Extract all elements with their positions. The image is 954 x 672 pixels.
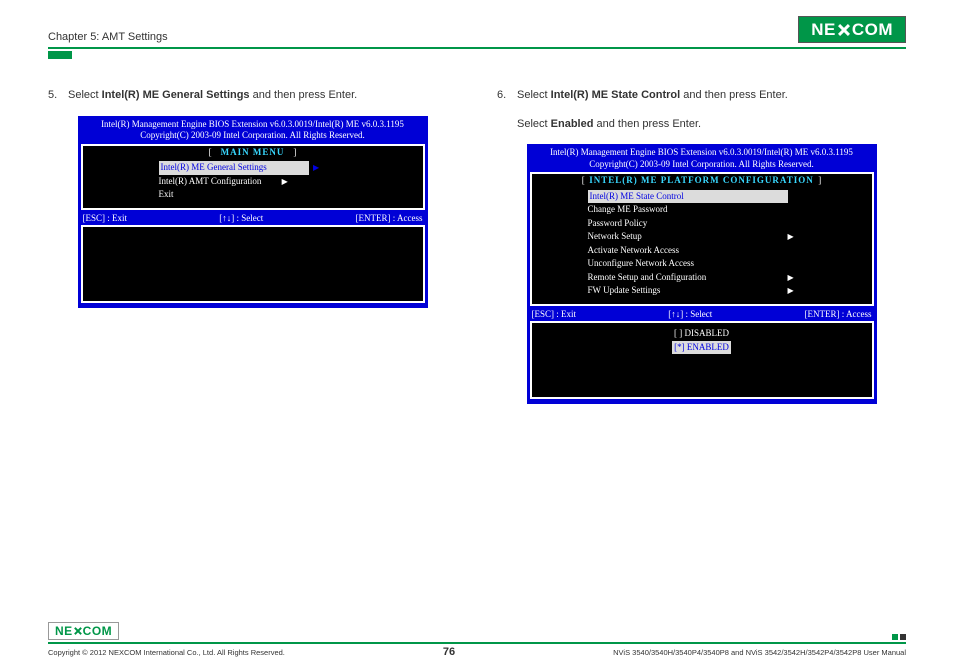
menu-item: Remote Setup and Configuration▶ (588, 271, 866, 285)
bios-header: Intel(R) Management Engine BIOS Extensio… (81, 119, 425, 142)
menu-item: Intel(R) ME State Control (588, 190, 866, 204)
bios-footer-hints: [ESC] : Exit [↑↓] : Select [ENTER] : Acc… (530, 308, 874, 322)
menu-item: Change ME Password (588, 203, 866, 217)
right-column: 6. Select Intel(R) ME State Control and … (497, 87, 906, 404)
step-number: 5. (48, 87, 62, 104)
menu-item: FW Update Settings▶ (588, 284, 866, 298)
bios-footer-hints: [ESC] : Exit [↑↓] : Select [ENTER] : Acc… (81, 212, 425, 226)
bios-screenshot-left: Intel(R) Management Engine BIOS Extensio… (78, 116, 428, 309)
step-text: Select Intel(R) ME General Settings and … (68, 87, 357, 104)
header-tabs (48, 51, 906, 59)
menu-item: Exit (159, 188, 417, 202)
copyright: Copyright © 2012 NEXCOM International Co… (48, 648, 285, 657)
step-5: 5. Select Intel(R) ME General Settings a… (48, 87, 457, 104)
footer-rule (48, 642, 906, 644)
bios-header: Intel(R) Management Engine BIOS Extensio… (530, 147, 874, 170)
menu-item: Intel(R) AMT Configuration ▶ (159, 175, 417, 189)
page-number: 76 (443, 646, 455, 658)
submenu-arrow-icon: ▶ (313, 162, 319, 174)
submenu-arrow-icon: ▶ (282, 176, 288, 188)
menu-item: Password Policy (588, 217, 866, 231)
bios-options-box: [ ] DISABLED [*] ENABLED (530, 321, 874, 399)
bios-empty-box (81, 225, 425, 303)
left-column: 5. Select Intel(R) ME General Settings a… (48, 87, 457, 404)
chapter-title: Chapter 5: AMT Settings (48, 31, 168, 43)
bios-title-row: [ INTEL(R) ME PLATFORM CONFIGURATION ] (538, 174, 866, 188)
step-6: 6. Select Intel(R) ME State Control and … (497, 87, 906, 104)
step-text: Select Intel(R) ME State Control and the… (517, 87, 788, 104)
submenu-arrow-icon: ▶ (788, 285, 794, 297)
bios-menu-box: [ INTEL(R) ME PLATFORM CONFIGURATION ] I… (530, 172, 874, 306)
submenu-arrow-icon: ▶ (788, 231, 794, 243)
nexcom-logo: NECOM (798, 16, 906, 43)
option-enabled: [*] ENABLED (538, 341, 866, 355)
step-number: 6. (497, 87, 511, 104)
bios-title-row: [ MAIN MENU ] (89, 146, 417, 160)
menu-item: Network Setup▶ (588, 230, 866, 244)
submenu-arrow-icon: ▶ (788, 272, 794, 284)
manual-title: NViS 3540/3540H/3540P4/3540P8 and NViS 3… (613, 648, 906, 657)
bios-screenshot-right: Intel(R) Management Engine BIOS Extensio… (527, 144, 877, 404)
step-subtext: Select Enabled and then press Enter. (517, 116, 906, 133)
bios-menu-box: [ MAIN MENU ] Intel(R) ME General Settin… (81, 144, 425, 210)
menu-item: Intel(R) ME General Settings ▶ (159, 161, 417, 175)
option-disabled: [ ] DISABLED (538, 327, 866, 341)
corner-decoration (892, 634, 906, 640)
header-rule (48, 47, 906, 49)
menu-item: Unconfigure Network Access (588, 257, 866, 271)
menu-item: Activate Network Access (588, 244, 866, 258)
nexcom-footer-logo: NECOM (48, 622, 119, 640)
